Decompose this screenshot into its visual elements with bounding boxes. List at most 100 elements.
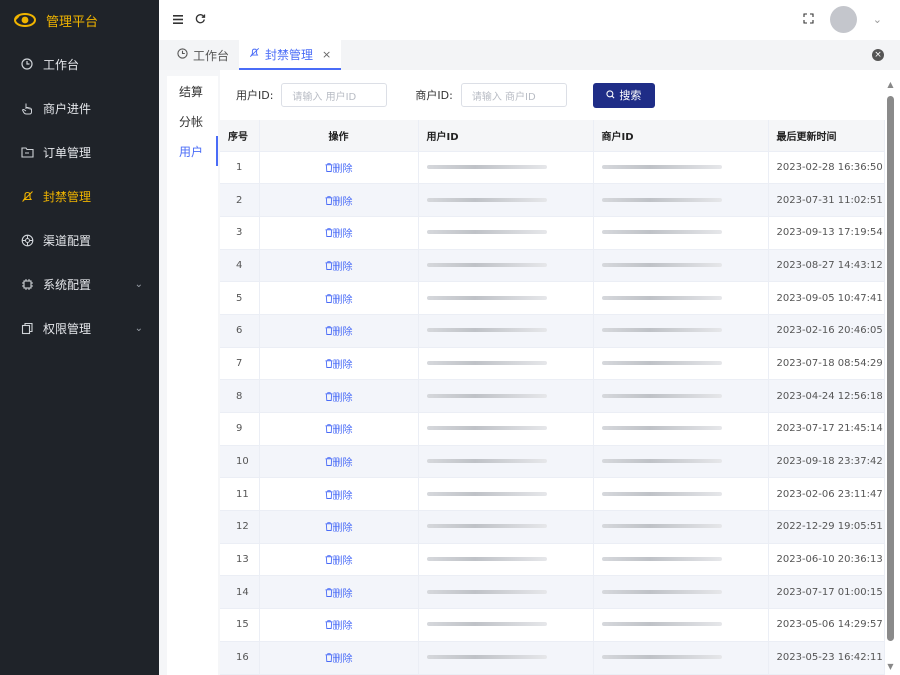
table-row: 10 删除 2023-09-18 23:37:42 bbox=[220, 445, 885, 479]
close-icon[interactable]: × bbox=[322, 48, 331, 61]
row-user-id bbox=[418, 575, 594, 610]
redacted-value bbox=[601, 655, 722, 660]
sidebar: 管理平台 工作台 商户进件 订单管理 封禁管理 渠道配置 系统配置 ⌄ 权限管理… bbox=[0, 0, 159, 675]
delete-button[interactable]: 删除 bbox=[259, 347, 419, 381]
row-index: 4 bbox=[220, 249, 260, 283]
table-row: 4 删除 2023-08-27 14:43:12 bbox=[220, 249, 885, 283]
delete-button[interactable]: 删除 bbox=[259, 281, 419, 315]
redacted-value bbox=[426, 557, 547, 562]
delete-button[interactable]: 删除 bbox=[259, 608, 419, 642]
delete-button[interactable]: 删除 bbox=[259, 412, 419, 446]
merchant-id-input[interactable]: 请输入 商户ID bbox=[460, 83, 567, 107]
redacted-value bbox=[426, 164, 547, 169]
redacted-value bbox=[426, 295, 547, 300]
row-merchant-id bbox=[593, 641, 769, 675]
row-user-id bbox=[418, 151, 594, 185]
sidebar-item-merchant-onboarding[interactable]: 商户进件 bbox=[0, 86, 159, 130]
delete-button[interactable]: 删除 bbox=[259, 314, 419, 348]
row-merchant-id bbox=[593, 575, 769, 610]
delete-button[interactable]: 删除 bbox=[259, 510, 419, 544]
row-index: 1 bbox=[220, 151, 260, 185]
refresh-icon[interactable] bbox=[195, 13, 206, 27]
redacted-value bbox=[426, 459, 547, 464]
row-merchant-id bbox=[593, 314, 769, 348]
row-user-id bbox=[418, 249, 594, 283]
row-index: 14 bbox=[220, 575, 260, 610]
redacted-value bbox=[601, 491, 722, 496]
sidebar-item-ban-management[interactable]: 封禁管理 bbox=[0, 174, 159, 218]
scroll-down-icon[interactable]: ▼ bbox=[887, 662, 894, 671]
search-button[interactable]: 搜索 bbox=[592, 82, 655, 108]
sidebar-item-orders[interactable]: 订单管理 bbox=[0, 130, 159, 174]
sidebar-item-label: 订单管理 bbox=[43, 145, 92, 160]
scrollbar-thumb[interactable] bbox=[887, 96, 894, 641]
delete-button[interactable]: 删除 bbox=[259, 641, 419, 675]
vertical-scrollbar[interactable]: ▲ ▼ bbox=[887, 80, 894, 671]
delete-button[interactable]: 删除 bbox=[259, 543, 419, 577]
table-row: 11 删除 2023-02-06 23:11:47 bbox=[220, 477, 885, 512]
table-row: 15 删除 2023-05-06 14:29:57 bbox=[220, 608, 885, 642]
sidebar-item-label: 权限管理 bbox=[43, 321, 92, 336]
row-merchant-id bbox=[593, 445, 769, 479]
sidebar-item-label: 工作台 bbox=[43, 57, 80, 72]
row-updated-time: 2023-07-31 11:02:51 bbox=[768, 183, 885, 217]
scroll-up-icon[interactable]: ▲ bbox=[887, 80, 894, 89]
row-merchant-id bbox=[593, 477, 769, 512]
filter-bar: 用户ID: 请输入 用户ID 商户ID: 请输入 商户ID 搜索 bbox=[220, 70, 900, 120]
row-user-id bbox=[418, 477, 594, 512]
header-merchant-id: 商户ID bbox=[593, 120, 769, 152]
delete-button[interactable]: 删除 bbox=[259, 575, 419, 610]
tab-workbench[interactable]: 工作台 bbox=[167, 40, 239, 70]
subnav-item-settlement[interactable]: 结算 bbox=[167, 76, 218, 106]
row-user-id bbox=[418, 510, 594, 544]
sidebar-item-workbench[interactable]: 工作台 bbox=[0, 42, 159, 86]
eye-logo-icon bbox=[14, 9, 36, 31]
fullscreen-icon[interactable] bbox=[803, 12, 814, 27]
trash-icon bbox=[325, 359, 333, 371]
delete-button[interactable]: 删除 bbox=[259, 477, 419, 512]
chevron-down-icon[interactable]: ⌄ bbox=[873, 13, 882, 26]
row-merchant-id bbox=[593, 412, 769, 446]
delete-label: 删除 bbox=[332, 523, 353, 535]
row-updated-time: 2023-02-06 23:11:47 bbox=[768, 477, 885, 512]
delete-button[interactable]: 删除 bbox=[259, 249, 419, 283]
sidebar-item-system-config[interactable]: 系统配置 ⌄ bbox=[0, 262, 159, 306]
redacted-value bbox=[426, 262, 547, 267]
table-row: 2 删除 2023-07-31 11:02:51 bbox=[220, 183, 885, 217]
search-icon bbox=[606, 89, 615, 102]
subnav-item-user[interactable]: 用户 bbox=[167, 136, 218, 166]
avatar[interactable] bbox=[829, 6, 857, 33]
close-all-tabs-icon[interactable]: × bbox=[872, 49, 884, 61]
subnav-item-split[interactable]: 分帐 bbox=[167, 106, 218, 136]
user-id-input[interactable]: 请输入 用户ID bbox=[281, 83, 388, 107]
trash-icon bbox=[325, 228, 333, 240]
row-user-id bbox=[418, 445, 594, 479]
sidebar-item-permissions[interactable]: 权限管理 ⌄ bbox=[0, 306, 159, 350]
delete-button[interactable]: 删除 bbox=[259, 216, 419, 250]
delete-button[interactable]: 删除 bbox=[259, 379, 419, 413]
delete-label: 删除 bbox=[332, 588, 353, 600]
search-button-label: 搜索 bbox=[619, 89, 642, 102]
redacted-value bbox=[426, 393, 547, 398]
bell-off-icon bbox=[249, 47, 260, 61]
tab-ban-management[interactable]: 封禁管理 × bbox=[239, 40, 342, 70]
sidebar-item-channel-config[interactable]: 渠道配置 bbox=[0, 218, 159, 262]
row-merchant-id bbox=[593, 249, 769, 283]
row-index: 5 bbox=[220, 281, 260, 315]
delete-button[interactable]: 删除 bbox=[259, 445, 419, 479]
redacted-value bbox=[601, 262, 722, 267]
chevron-down-icon: ⌄ bbox=[134, 278, 143, 290]
brand[interactable]: 管理平台 bbox=[0, 0, 159, 40]
tab-label: 封禁管理 bbox=[265, 47, 314, 62]
redacted-value bbox=[426, 622, 547, 627]
table-row: 12 删除 2022-12-29 19:05:51 bbox=[220, 510, 885, 544]
delete-button[interactable]: 删除 bbox=[259, 151, 419, 185]
row-index: 11 bbox=[220, 477, 260, 512]
table-row: 16 删除 2023-05-23 16:42:11 bbox=[220, 641, 885, 675]
delete-button[interactable]: 删除 bbox=[259, 183, 419, 217]
table-row: 5 删除 2023-09-05 10:47:41 bbox=[220, 281, 885, 315]
redacted-value bbox=[601, 393, 722, 398]
row-user-id bbox=[418, 379, 594, 413]
row-index: 15 bbox=[220, 608, 260, 642]
menu-toggle-icon[interactable] bbox=[173, 13, 183, 27]
